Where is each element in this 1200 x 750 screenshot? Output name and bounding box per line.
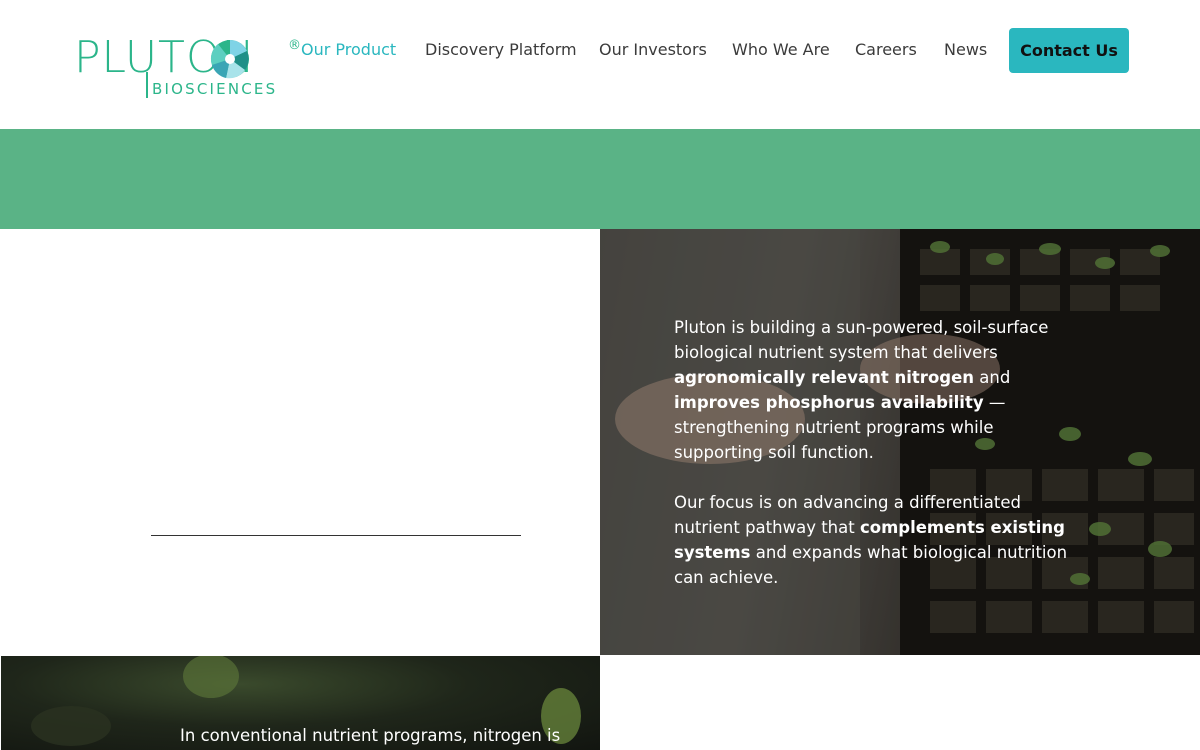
nav-our-investors[interactable]: Our Investors — [599, 40, 707, 62]
nav-who-we-are[interactable]: Who We Are — [732, 40, 830, 62]
divider-line — [151, 535, 521, 536]
intro-paragraph-1: Pluton is building a sun-powered, soil-s… — [674, 315, 1084, 465]
intro-text: Pluton is building a sun-powered, soil-s… — [674, 315, 1084, 590]
intro-p1-bold-2: improves phosphorus availability — [674, 393, 984, 412]
site-header: PLUTON ® BIOSCIENCES Our Product Discove… — [0, 0, 1200, 129]
nav-careers[interactable]: Careers — [855, 40, 917, 62]
nav-news[interactable]: News — [944, 40, 987, 62]
logo-orb-icon — [210, 40, 249, 79]
contact-us-button[interactable]: Contact Us — [1009, 28, 1129, 73]
logo-subtitle: BIOSCIENCES — [152, 80, 278, 98]
pluton-logo[interactable]: PLUTON ® BIOSCIENCES — [74, 36, 304, 102]
left-content-panel — [0, 229, 600, 655]
intro-paragraph-2: Our focus is on advancing a differentiat… — [674, 490, 1084, 590]
intro-p1-text-2: and — [974, 368, 1011, 387]
nav-our-product[interactable]: Our Product — [301, 40, 396, 62]
registered-mark: ® — [288, 38, 301, 53]
nutrient-programs-panel: In conventional nutrient programs, nitro… — [1, 656, 600, 750]
nutrient-programs-text: In conventional nutrient programs, nitro… — [180, 726, 561, 745]
nav-discovery-platform[interactable]: Discovery Platform — [425, 40, 577, 62]
hero-band — [0, 129, 1200, 229]
intro-p1-bold-1: agronomically relevant nitrogen — [674, 368, 975, 387]
logo-separator — [146, 72, 148, 98]
seedling-photo-panel: Pluton is building a sun-powered, soil-s… — [600, 229, 1200, 655]
intro-p1-text-1: Pluton is building a sun-powered, soil-s… — [674, 318, 1049, 362]
